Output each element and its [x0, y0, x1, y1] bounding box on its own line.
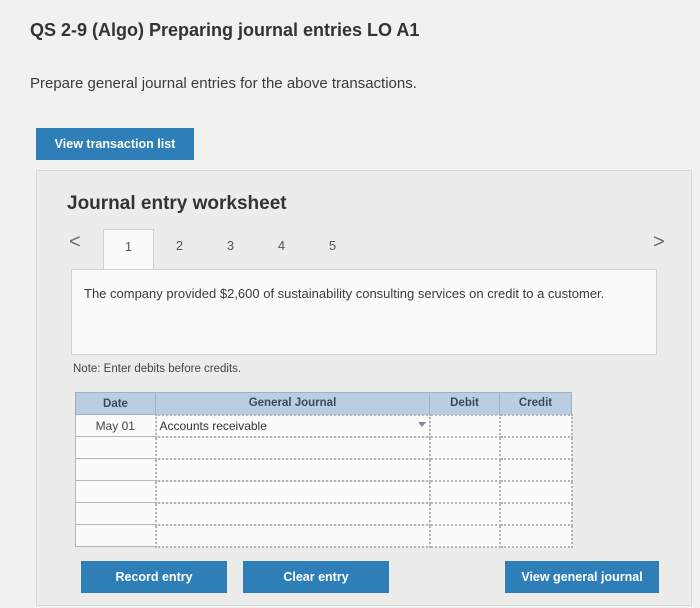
- date-cell: May 01: [75, 414, 156, 437]
- chevron-left-icon[interactable]: <: [69, 231, 81, 254]
- debit-input[interactable]: [428, 435, 501, 460]
- debit-input[interactable]: [428, 523, 501, 548]
- tab-transaction-4[interactable]: 4: [256, 229, 307, 267]
- tab-transaction-2[interactable]: 2: [154, 229, 205, 267]
- credit-input[interactable]: [498, 457, 573, 482]
- tab-transaction-1[interactable]: 1: [103, 229, 154, 270]
- date-cell: [75, 502, 156, 525]
- debit-header: Debit: [429, 392, 500, 415]
- view-general-journal-button[interactable]: View general journal: [505, 561, 659, 593]
- transaction-description: The company provided $2,600 of sustainab…: [71, 269, 657, 355]
- table-row: [75, 523, 573, 548]
- date-cell: [75, 458, 156, 481]
- account-select[interactable]: [154, 479, 431, 504]
- credit-input[interactable]: [498, 523, 573, 548]
- credit-input[interactable]: [498, 413, 573, 438]
- account-value: Accounts receivable: [159, 418, 267, 433]
- page-title: QS 2-9 (Algo) Preparing journal entries …: [30, 20, 420, 40]
- note-text: Note: Enter debits before credits.: [73, 363, 242, 375]
- account-select[interactable]: [154, 501, 431, 526]
- journal-table: Date General Journal Debit Credit May 01…: [75, 392, 573, 548]
- chevron-right-icon[interactable]: >: [653, 231, 665, 254]
- table-row: May 01 Accounts receivable: [75, 413, 573, 438]
- journal-entry-worksheet: Journal entry worksheet < 1 2 3 4 5 > Th…: [36, 170, 692, 606]
- credit-input[interactable]: [498, 501, 573, 526]
- view-transaction-list-button[interactable]: View transaction list: [36, 128, 194, 160]
- debit-input[interactable]: [428, 457, 501, 482]
- record-entry-button[interactable]: Record entry: [81, 561, 227, 593]
- account-select[interactable]: Accounts receivable: [154, 413, 431, 438]
- debit-input[interactable]: [428, 479, 501, 504]
- clear-entry-button[interactable]: Clear entry: [243, 561, 389, 593]
- table-row: [75, 479, 573, 504]
- table-row: [75, 457, 573, 482]
- tab-transaction-5[interactable]: 5: [307, 229, 358, 267]
- instructions-text: Prepare general journal entries for the …: [30, 75, 417, 92]
- tab-transaction-3[interactable]: 3: [205, 229, 256, 267]
- table-row: [75, 501, 573, 526]
- transaction-tabs: 1 2 3 4 5: [103, 229, 358, 270]
- credit-input[interactable]: [498, 435, 573, 460]
- general-journal-header: General Journal: [155, 392, 430, 415]
- chevron-down-icon[interactable]: [417, 421, 426, 427]
- date-cell: [75, 524, 156, 547]
- worksheet-title: Journal entry worksheet: [67, 193, 287, 214]
- account-select[interactable]: [154, 435, 431, 460]
- credit-input[interactable]: [498, 479, 573, 504]
- credit-header: Credit: [499, 392, 572, 415]
- date-cell: [75, 436, 156, 459]
- date-header: Date: [75, 392, 156, 415]
- table-row: [75, 435, 573, 460]
- debit-input[interactable]: [428, 413, 501, 438]
- debit-input[interactable]: [428, 501, 501, 526]
- date-cell: [75, 480, 156, 503]
- account-select[interactable]: [154, 457, 431, 482]
- account-select[interactable]: [154, 523, 431, 548]
